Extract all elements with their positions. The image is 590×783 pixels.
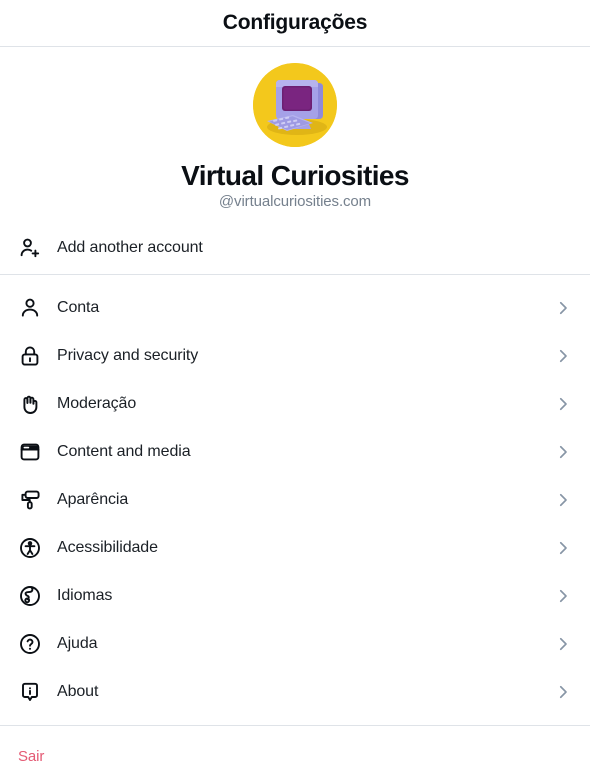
menu-row-content-media[interactable]: Content and media	[0, 428, 590, 477]
chevron-right-icon	[554, 587, 572, 605]
header-bar: Configurações	[0, 0, 590, 47]
add-another-account-row[interactable]: Add another account	[0, 222, 590, 275]
menu-row-conta[interactable]: Conta	[0, 284, 590, 333]
accessibility-icon	[18, 536, 48, 560]
menu-row-idiomas[interactable]: Idiomas	[0, 572, 590, 621]
person-icon	[18, 296, 48, 320]
menu-label-ajuda: Ajuda	[57, 635, 98, 653]
menu-label-idiomas: Idiomas	[57, 587, 113, 605]
page-title: Configurações	[222, 11, 368, 34]
menu-label-content-media: Content and media	[57, 443, 191, 461]
profile-section: Virtual Curiosities @virtualcuriosities.…	[0, 47, 590, 216]
menu-row-acessibilidade[interactable]: Acessibilidade	[0, 524, 590, 573]
chevron-right-icon	[554, 491, 572, 509]
menu-row-moderacao[interactable]: Moderação	[0, 380, 590, 429]
chevron-right-icon	[554, 443, 572, 461]
chevron-right-icon	[554, 299, 572, 317]
raised-hand-icon	[18, 392, 48, 416]
settings-screen: Configurações Virtual Curiosities @virtu…	[0, 0, 590, 783]
menu-row-about[interactable]: About	[0, 668, 590, 717]
logout-section: Sair	[0, 726, 590, 766]
chevron-right-icon	[554, 347, 572, 365]
logout-button[interactable]: Sair	[18, 748, 44, 765]
window-icon	[18, 440, 48, 464]
menu-row-privacy-security[interactable]: Privacy and security	[0, 332, 590, 381]
menu-label-privacy-security: Privacy and security	[57, 347, 199, 365]
info-bubble-icon	[18, 680, 48, 704]
chevron-right-icon	[554, 683, 572, 701]
globe-icon	[18, 584, 48, 608]
paint-roller-icon	[18, 488, 48, 512]
avatar[interactable]	[253, 63, 337, 147]
menu-label-aparencia: Aparência	[57, 491, 129, 509]
menu-label-about: About	[57, 683, 99, 701]
account-handle: @virtualcuriosities.com	[218, 193, 372, 211]
chevron-right-icon	[554, 635, 572, 653]
menu-row-aparencia[interactable]: Aparência	[0, 476, 590, 525]
person-add-icon	[18, 236, 48, 260]
add-another-account-label: Add another account	[57, 239, 203, 257]
chevron-right-icon	[554, 395, 572, 413]
menu-label-moderacao: Moderação	[57, 395, 137, 413]
display-name: Virtual Curiosities	[181, 160, 409, 191]
question-circle-icon	[18, 632, 48, 656]
menu-label-acessibilidade: Acessibilidade	[57, 539, 158, 557]
chevron-right-icon	[554, 539, 572, 557]
menu-row-ajuda[interactable]: Ajuda	[0, 620, 590, 669]
menu-label-conta: Conta	[57, 299, 100, 317]
lock-icon	[18, 344, 48, 368]
settings-menu-list: Conta Privacy and security Moderação Con…	[0, 275, 590, 725]
